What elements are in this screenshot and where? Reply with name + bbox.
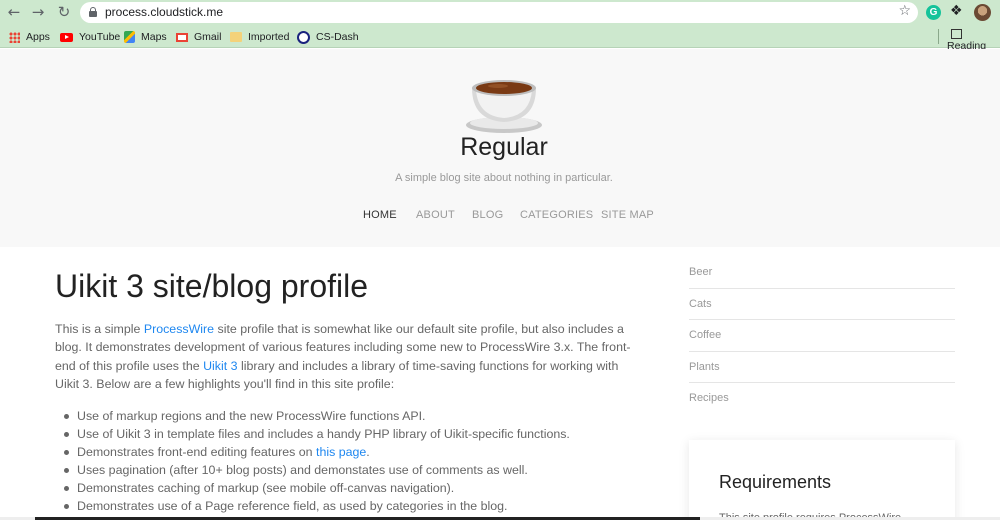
reload-icon[interactable]: ↻ xyxy=(54,3,74,22)
apps-grid-icon xyxy=(9,31,20,43)
bookmark-label: Apps xyxy=(26,31,50,43)
list-item: Demonstrates caching of markup (see mobi… xyxy=(64,479,647,497)
nav-site-map[interactable]: SITE MAP xyxy=(601,209,654,221)
browser-toolbar: ← → ↻ process.cloudstick.me ☆ G ❖ xyxy=(0,0,1000,25)
folder-icon xyxy=(230,32,242,43)
nav-blog[interactable]: BLOG xyxy=(472,209,503,221)
maps-icon xyxy=(124,31,135,44)
bookmark-star-icon[interactable]: ☆ xyxy=(898,3,911,19)
processwire-link[interactable]: ProcessWire xyxy=(144,322,214,336)
requirements-card: Requirements This site profile requires … xyxy=(689,440,955,520)
back-arrow-icon[interactable]: ← xyxy=(4,3,24,22)
list-item-text: Demonstrates caching of markup (see mobi… xyxy=(77,481,455,495)
cs-dash-icon xyxy=(297,30,310,44)
category-list: Beer Cats Coffee Plants Recipes xyxy=(689,257,955,415)
bookmark-youtube[interactable]: YouTube xyxy=(60,29,120,45)
bookmark-label: Maps xyxy=(141,31,167,43)
bookmark-label: CS-Dash xyxy=(316,31,359,43)
features-list: Use of markup regions and the new Proces… xyxy=(64,407,647,515)
category-item-beer[interactable]: Beer xyxy=(689,257,955,289)
requirements-title: Requirements xyxy=(719,472,832,492)
bookmarks-separator xyxy=(938,29,939,44)
category-item-recipes[interactable]: Recipes xyxy=(689,383,955,415)
bookmark-apps[interactable]: Apps xyxy=(9,29,50,45)
gmail-icon xyxy=(176,32,188,42)
nav-categories[interactable]: CATEGORIES xyxy=(520,209,593,221)
list-item-text: Use of markup regions and the new Proces… xyxy=(77,409,426,423)
intro-paragraph: This is a simple ProcessWire site profil… xyxy=(55,320,645,393)
site-tagline: A simple blog site about nothing in part… xyxy=(395,172,613,184)
list-item-text: Uses pagination (after 10+ blog posts) a… xyxy=(77,463,528,477)
this-page-link[interactable]: this page xyxy=(316,445,366,459)
list-item-text: Demonstrates use of a Page reference fie… xyxy=(77,499,508,513)
category-item-coffee[interactable]: Coffee xyxy=(689,320,955,352)
extensions-puzzle-icon[interactable]: ❖ xyxy=(950,3,963,19)
profile-avatar[interactable] xyxy=(974,4,991,21)
bookmark-maps[interactable]: Maps xyxy=(124,29,167,45)
list-item: Use of markup regions and the new Proces… xyxy=(64,407,647,425)
category-item-plants[interactable]: Plants xyxy=(689,352,955,383)
category-item-cats[interactable]: Cats xyxy=(689,289,955,320)
list-item-text: Use of Uikit 3 in template files and inc… xyxy=(77,427,570,441)
forward-arrow-icon[interactable]: → xyxy=(28,3,48,22)
address-bar[interactable]: process.cloudstick.me ☆ xyxy=(80,2,918,23)
page-title: Uikit 3 site/blog profile xyxy=(55,268,369,304)
list-item: Use of Uikit 3 in template files and inc… xyxy=(64,425,647,443)
list-item-text: Demonstrates front-end editing features … xyxy=(77,445,316,459)
list-item: Demonstrates use of a Page reference fie… xyxy=(64,497,647,515)
grammarly-extension-icon[interactable]: G xyxy=(926,5,941,20)
list-item: Uses pagination (after 10+ blog posts) a… xyxy=(64,461,647,479)
uikit3-link[interactable]: Uikit 3 xyxy=(203,359,237,373)
list-item: Demonstrates front-end editing features … xyxy=(64,443,647,461)
site-header: Regular A simple blog site about nothing… xyxy=(0,49,1000,247)
lock-icon xyxy=(89,7,97,17)
nav-home[interactable]: HOME xyxy=(363,209,397,221)
bookmark-cs-dash[interactable]: CS-Dash xyxy=(297,29,359,45)
bookmark-label: YouTube xyxy=(79,31,121,43)
reading-list-icon xyxy=(951,29,962,40)
list-item-text: . xyxy=(366,445,370,459)
intro-text: This is a simple xyxy=(55,322,144,336)
url-text[interactable]: process.cloudstick.me xyxy=(105,5,223,19)
bookmarks-bar: Apps YouTube Maps Gmail Imported CS-Dash xyxy=(0,25,1000,48)
bookmark-label: Imported xyxy=(248,31,290,43)
coffee-cup-logo-icon[interactable] xyxy=(464,78,544,134)
bookmark-imported[interactable]: Imported xyxy=(230,29,289,45)
site-title[interactable]: Regular xyxy=(0,133,1000,162)
bookmark-label: Gmail xyxy=(194,31,222,43)
bookmark-gmail[interactable]: Gmail xyxy=(176,29,221,45)
nav-about[interactable]: ABOUT xyxy=(416,209,455,221)
youtube-icon xyxy=(60,32,73,42)
